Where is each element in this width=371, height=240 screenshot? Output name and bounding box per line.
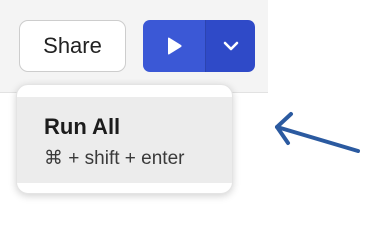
run-button[interactable] xyxy=(143,20,205,72)
play-icon xyxy=(168,37,182,55)
menu-item-run-all[interactable]: Run All ⌘ + shift + enter xyxy=(17,97,232,183)
menu-item-label: Run All xyxy=(44,114,121,139)
run-options-menu: Run All ⌘ + shift + enter xyxy=(16,84,233,194)
notebook-toolbar: Share xyxy=(0,0,268,93)
share-button[interactable]: Share xyxy=(19,20,126,72)
run-options-toggle[interactable] xyxy=(206,20,255,72)
arrow-left-icon xyxy=(275,112,360,153)
run-split-button xyxy=(143,20,255,72)
chevron-down-icon xyxy=(223,41,238,51)
keyboard-shortcut: ⌘ + shift + enter xyxy=(44,148,185,169)
